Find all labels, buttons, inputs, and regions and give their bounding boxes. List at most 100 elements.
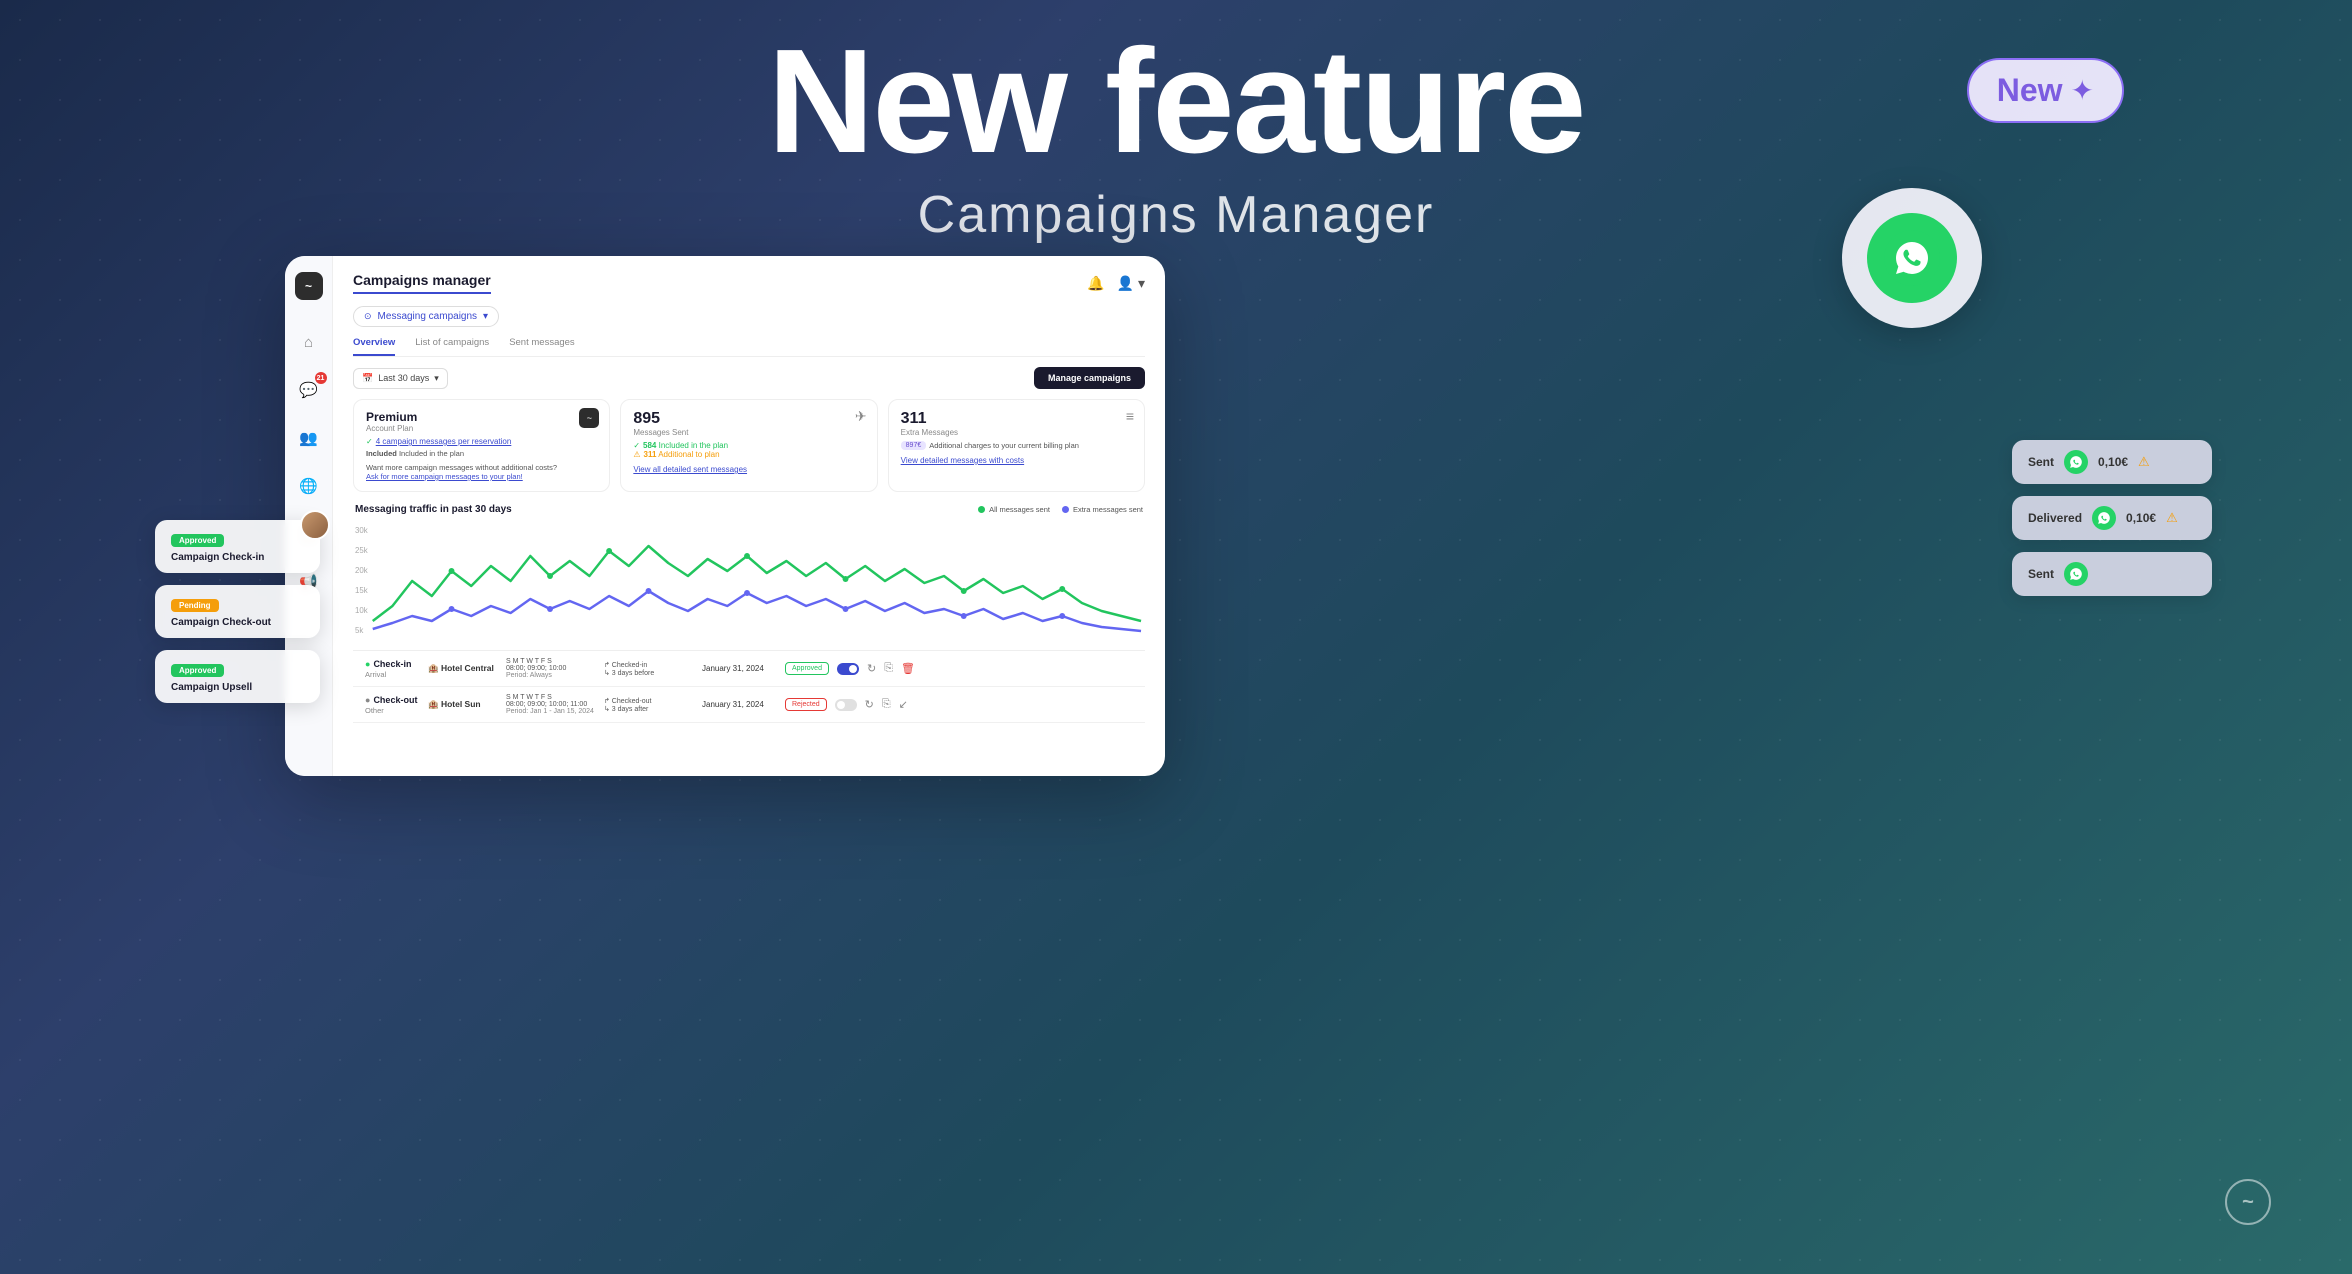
float-card-upsell: Approved Campaign Upsell [155,650,320,703]
notif-card-sent-1: Sent 0,10€ ⚠ [2012,440,2212,484]
float-cards-left: Approved Campaign Check-in Pending Campa… [155,520,320,703]
chevron-down-icon: ▾ [483,311,488,322]
row1-time: 08:00; 09:00; 10:00 [506,665,596,672]
messages-additional: ⚠ 311 Additional to plan [633,450,864,459]
row2-period: Period: Jan 1 - Jan 15, 2024 [506,708,596,715]
plan-stat-card: ~ Premium Account Plan ✓ 4 campaign mess… [353,399,610,492]
legend-label-extra: Extra messages sent [1073,505,1143,514]
row1-action-refresh[interactable]: ↻ [867,662,876,675]
header-icons: 🔔 👤 ▾ [1087,275,1145,292]
messaging-dropdown-label: Messaging campaigns [378,311,478,322]
table-row: ● Check-out Other 🏨 Hotel Sun S M T W T … [353,687,1145,723]
new-badge: New ✦ [1967,58,2124,123]
messaging-dropdown-icon: ⊙ [364,311,372,322]
messages-label: Messages Sent [633,428,864,437]
messages-included: ✓ 584 Included in the plan [633,441,864,450]
row2-name: Check-out [373,695,417,705]
row2-toggle[interactable] [835,699,857,711]
sidebar-item-home[interactable]: ⌂ [295,328,323,356]
row1-days: ↳ 3 days before [604,669,694,677]
notif-wa-icon-3 [2064,562,2088,586]
row1-toggle[interactable] [837,663,859,675]
notif-card-sent-2: Sent [2012,552,2212,596]
page-title: Campaigns manager [353,272,491,294]
legend-dot-purple [1062,506,1069,513]
legend-label-all: All messages sent [989,505,1050,514]
row1-date: January 31, 2024 [702,664,777,673]
float-cards-right: Sent 0,10€ ⚠ Delivered 0,10€ ⚠ Sent [2012,440,2212,596]
row2-action-corner[interactable]: ↙ [899,698,908,711]
chart-title: Messaging traffic in past 30 days [355,504,512,515]
extra-count: 311 [901,410,1132,428]
bell-icon[interactable]: 🔔 [1087,275,1104,292]
svg-text:10k: 10k [355,606,368,615]
legend-item-extra: Extra messages sent [1062,505,1143,514]
row2-event: ↱ Checked-out [604,697,694,705]
manage-campaigns-button[interactable]: Manage campaigns [1034,367,1145,389]
row1-status-badge: Approved [785,662,829,675]
calendar-icon: 📅 [362,373,373,384]
sidebar-item-globe[interactable]: 🌐 [295,472,323,500]
row2-action-refresh[interactable]: ↻ [865,698,874,711]
messages-stat-card: ✈ 895 Messages Sent ✓ 584 Included in th… [620,399,877,492]
float-badge-approved-3: Approved [171,664,224,677]
notif-label-sent-2: Sent [2028,567,2054,581]
row1-period: Period: Always [506,672,596,679]
bottom-logo: ~ [2224,1178,2272,1234]
avatar [300,510,330,540]
legend-dot-green [978,506,985,513]
extra-stat-card: ≡ 311 Extra Messages 897€ Additional cha… [888,399,1145,492]
plan-green-value: 4 campaign messages per reservation [376,437,512,446]
notif-wa-icon-1 [2064,450,2088,474]
messages-detail-link[interactable]: View all detailed sent messages [633,465,864,474]
row2-days: ↳ 3 days after [604,705,694,713]
float-card-name-upsell: Campaign Upsell [171,682,304,693]
float-badge-approved-1: Approved [171,534,224,547]
row2-action-copy[interactable]: ⎘ [882,698,891,711]
tab-sent-messages[interactable]: Sent messages [509,337,574,356]
svg-text:20k: 20k [355,566,368,575]
tab-list-of-campaigns[interactable]: List of campaigns [415,337,489,356]
row2-status-badge: Rejected [785,698,827,711]
extra-detail-link[interactable]: View detailed messages with costs [901,456,1132,465]
plan-promo-link[interactable]: Ask for more campaign messages to your p… [366,472,597,481]
traffic-chart: 30k 25k 20k 15k 10k 5k [355,521,1143,641]
warning-icon-1: ⚠ [2138,454,2150,470]
date-filter-dropdown[interactable]: 📅 Last 30 days ▾ [353,368,448,389]
whatsapp-circle [1842,188,1982,328]
float-badge-pending: Pending [171,599,219,612]
sidebar-item-chat[interactable]: 💬 21 [295,376,323,404]
date-filter-chevron-icon: ▾ [434,373,439,384]
menu-icon: ≡ [1126,408,1134,424]
check-icon: ✓ [366,437,373,446]
table-row: ● Check-in Arrival 🏨 Hotel Central S M T… [353,651,1145,687]
svg-text:~: ~ [2242,1191,2254,1213]
notif-label-delivered: Delivered [2028,511,2082,525]
sidebar-item-users[interactable]: 👥 [295,424,323,452]
send-icon: ✈ [855,408,867,425]
row1-action-delete[interactable]: 🗑 [901,662,915,675]
row2-sub: Other [365,706,420,715]
charge-description: Additional charges to your current billi… [929,441,1079,450]
new-badge-star-icon: ✦ [2071,74,2094,107]
notif-card-delivered: Delivered 0,10€ ⚠ [2012,496,2212,540]
dashboard-header: Campaigns manager 🔔 👤 ▾ [353,272,1145,294]
charge-amount-badge: 897€ [901,441,927,450]
svg-text:30k: 30k [355,526,368,535]
date-manage-row: 📅 Last 30 days ▾ Manage campaigns [353,367,1145,389]
tab-overview[interactable]: Overview [353,337,395,356]
row1-action-copy[interactable]: ⎘ [884,662,893,675]
messaging-campaigns-dropdown[interactable]: ⊙ Messaging campaigns ▾ [353,306,499,327]
warning-icon-2: ⚠ [2166,510,2178,526]
whatsapp-icon [1867,213,1957,303]
legend-item-all: All messages sent [978,505,1050,514]
warning-icon: ⚠ [633,450,640,459]
notif-price-2: 0,10€ [2126,511,2156,525]
user-icon[interactable]: 👤 ▾ [1117,275,1145,292]
row1-schedule: S M T W T F S [506,658,596,665]
plan-green-text: ✓ 4 campaign messages per reservation [366,437,597,446]
filter-row: ⊙ Messaging campaigns ▾ [353,306,1145,327]
new-badge-text: New [1997,72,2063,109]
plan-logo-icon: ~ [579,408,599,428]
chart-section: Messaging traffic in past 30 days All me… [353,504,1145,646]
